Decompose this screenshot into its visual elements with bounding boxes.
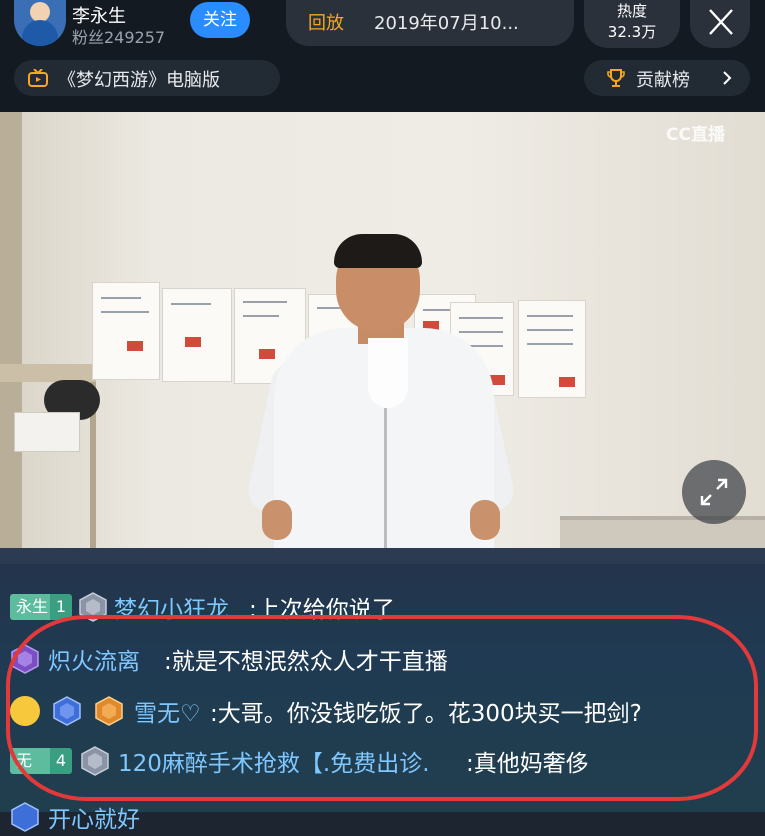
- chevron-right-icon: [723, 71, 732, 85]
- person-hand: [262, 500, 292, 540]
- replay-label: 回放: [308, 13, 344, 34]
- wall-paper: [162, 288, 232, 382]
- replay-info: 回放 2019年07月10...: [286, 0, 574, 46]
- jacket-zipper: [384, 408, 387, 548]
- replay-date: 2019年07月10...: [374, 13, 519, 34]
- bed: [560, 516, 765, 548]
- video-player[interactable]: CC直播: [0, 112, 765, 548]
- platform-watermark: CC直播: [666, 125, 725, 145]
- chat-username[interactable]: 开心就好: [48, 800, 140, 834]
- close-icon: [709, 9, 733, 35]
- heat-indicator: 热度 32.3万: [584, 0, 680, 48]
- person-hand: [470, 500, 500, 540]
- avatar[interactable]: [14, 0, 66, 46]
- close-button[interactable]: [690, 0, 750, 48]
- person-hair: [334, 234, 422, 268]
- fullscreen-button[interactable]: [682, 460, 746, 524]
- heat-value: 32.3万: [607, 23, 657, 41]
- hexagon-level-icon: [11, 802, 39, 832]
- rank-label: 贡献榜: [636, 70, 690, 91]
- game-title: 《梦幻西游》电脑版: [58, 70, 220, 91]
- person-shirt: [368, 338, 408, 408]
- chat-message: 开心就好: [0, 796, 765, 836]
- trophy-icon: [607, 69, 625, 87]
- wall-paper: [92, 282, 160, 380]
- box: [14, 412, 80, 452]
- fans-count: 粉丝249257: [72, 28, 166, 47]
- contribution-rank-button[interactable]: 贡献榜: [584, 60, 750, 96]
- highlight-annotation: [6, 615, 758, 801]
- expand-icon: [700, 478, 728, 506]
- game-category[interactable]: 《梦幻西游》电脑版: [14, 60, 280, 96]
- heat-label: 热度: [616, 2, 647, 20]
- tv-icon: [28, 69, 48, 87]
- follow-button[interactable]: 关注: [190, 2, 250, 38]
- wall-paper: [518, 300, 586, 398]
- shelf: [0, 112, 22, 548]
- top-bar: 李永生 粉丝249257 关注 回放 2019年07月10... 热度 32.3…: [0, 0, 765, 112]
